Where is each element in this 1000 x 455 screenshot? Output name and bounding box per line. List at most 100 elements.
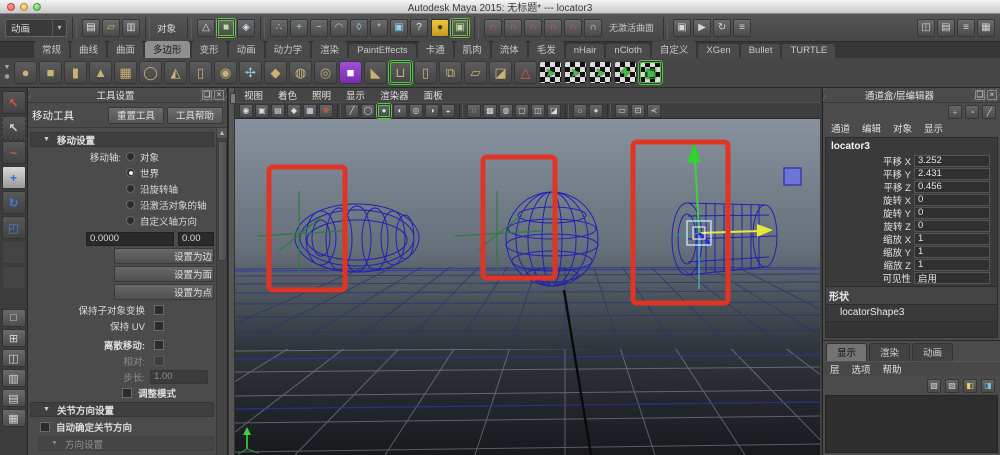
mask-dynamics-icon[interactable]: * [370,18,389,37]
select-by-hierarchy-icon[interactable]: △ [197,18,216,37]
shelf-tab-0[interactable]: 常规 [34,41,70,58]
move-selected-to-layer-icon[interactable]: ▧ [927,378,941,393]
open-render-view-icon[interactable]: ▣ [673,18,692,37]
save-scene-icon[interactable]: ▥ [122,18,140,37]
booleans-icon[interactable]: ■ [339,61,362,84]
layout-four-pane[interactable]: ⊞ [1,329,26,347]
poly-edit-icon[interactable]: ✢ [239,61,262,84]
poly-pipe-icon[interactable]: ▯ [189,61,212,84]
shelf-tab-1[interactable]: 曲线 [71,41,107,58]
discrete-move-checkbox[interactable] [154,339,164,350]
smooth-proxy-icon[interactable]: ➤ [539,61,562,84]
exposure-icon[interactable]: ☼ [573,103,587,118]
custom-axis-y-input[interactable]: 0.00 [178,231,214,246]
channel-value-field[interactable]: 启用 [914,271,990,285]
relative-checkbox[interactable] [154,355,164,366]
preserve-child-checkbox[interactable] [154,304,164,315]
status-separator[interactable] [663,16,669,39]
poly-cone-icon[interactable]: ▲ [89,61,112,84]
tool-settings-icon[interactable]: ≡ [957,18,975,37]
layout-graph-persp[interactable]: ▤ [1,389,26,407]
viewport-menu-2[interactable]: 照明 [312,88,331,102]
channel-box-titlebar[interactable]: 通道盒/层编辑器 ❏ × [823,88,1000,103]
attribute-editor-icon[interactable]: ▤ [937,18,955,37]
scale-tool[interactable]: ◰ [1,216,26,239]
resolution-gate-icon[interactable]: ⊡ [631,103,645,118]
subdiv-proxy-icon[interactable]: ◎ [314,61,337,84]
render-current-frame-icon[interactable]: ▶ [693,18,712,37]
layout-two-pane-side[interactable]: ◫ [1,349,26,367]
selected-object-name[interactable]: locator3 [826,140,997,154]
shape-node-name[interactable]: locatorShape3 [826,305,997,322]
channel-value-field[interactable]: 0.456 [914,180,990,193]
radio-custom-axis[interactable] [126,216,135,225]
duplicate-face-icon[interactable]: ▱ [464,61,487,84]
layer-list[interactable] [825,395,998,453]
joints-xray-icon[interactable]: ◪ [547,103,561,118]
new-empty-layer-icon[interactable]: ◧ [963,378,977,393]
snap-to-grids-icon[interactable]: ∩ [484,18,503,37]
sculpt-geometry-icon[interactable]: ✚ [614,61,637,84]
viewport-canvas[interactable] [235,119,820,455]
shelf-tab-arrow-icon[interactable]: ▼ [4,64,11,71]
set-to-face-button[interactable]: 设置为面 [114,266,214,282]
shelf-tab-11[interactable]: 流体 [491,41,527,58]
shelf-tab-3[interactable]: 多边形 [145,41,190,58]
snap-to-projected-center-icon[interactable]: ∩ [544,18,563,37]
reset-tool-button[interactable]: 重置工具 [107,106,164,124]
set-to-point-button[interactable]: 设置为点 [114,284,214,300]
lasso-tool[interactable]: ↖ [1,116,26,139]
cut-faces-icon[interactable]: ◪ [489,61,512,84]
multisample-aa-icon[interactable]: ▩ [483,103,497,118]
use-all-lights-icon[interactable]: ◎ [409,103,423,118]
open-scene-icon[interactable]: ▱ [102,18,120,37]
channel-box-menu-3[interactable]: 显示 [924,121,943,135]
viewport-menu-4[interactable]: 渲染器 [380,88,409,102]
preserve-uv-checkbox[interactable] [154,320,164,331]
camera-attributes-icon[interactable]: ▤ [271,103,285,118]
gamma-icon[interactable]: ● [589,103,603,118]
extra-tool-slot[interactable] [1,266,26,289]
mask-curves-icon[interactable]: ~ [310,18,329,37]
move-settings-section[interactable]: ▼ 移动设置 [30,132,214,147]
mask-surfaces-icon[interactable]: ◠ [330,18,349,37]
split-polygon-icon[interactable]: △ [514,61,537,84]
radio-rotation-axis[interactable] [126,184,135,193]
extract-icon[interactable]: ⧉ [439,61,462,84]
channel-box-menu-0[interactable]: 通道 [831,121,850,135]
mask-rendering-icon[interactable]: ▣ [390,18,409,37]
shelf-tab-16[interactable]: XGen [698,44,739,58]
viewport-menu-0[interactable]: 视图 [244,88,263,102]
shelf-tab-4[interactable]: 变形 [191,41,227,58]
wireframe-icon[interactable]: ◯ [361,103,375,118]
minimize-window-button[interactable] [20,3,28,11]
paint-selection-tool[interactable]: ~ [1,141,26,164]
channel-box-menu-2[interactable]: 对象 [893,121,912,135]
shelf-tab-5[interactable]: 动画 [228,41,264,58]
show-manipulator-icon[interactable]: + [948,105,962,119]
viewport-menu-1[interactable]: 着色 [278,88,297,102]
layer-menu-0[interactable]: 层 [830,362,840,376]
gate-mask-icon[interactable]: ≺ [647,103,661,118]
shelf-gear-icon[interactable]: ✱ [4,74,10,81]
new-scene-icon[interactable]: ▤ [82,18,100,37]
snap-to-view-planes-icon[interactable]: ∩ [564,18,583,37]
screen-space-ao-icon[interactable]: ◒ [441,103,455,118]
snap-to-points-icon[interactable]: ∩ [524,18,543,37]
empty-the-layer-icon[interactable]: ▨ [945,378,959,393]
selection-mask-dropdown[interactable]: 对象 [155,21,182,35]
channel-box-icon[interactable]: ▦ [977,18,995,37]
poly-helix-icon[interactable]: ◉ [214,61,237,84]
crease-tool-icon[interactable]: ➤ [564,61,587,84]
last-tool-slot[interactable] [1,241,26,264]
close-panel-icon[interactable]: × [214,90,224,100]
status-separator[interactable] [474,16,480,39]
mask-deformers-icon[interactable]: ◊ [350,18,369,37]
channel-value-field[interactable]: 1 [914,258,990,271]
tool-settings-scrollbar[interactable]: ▲ [216,128,227,455]
radio-object-axis[interactable] [126,152,135,161]
mask-misc-icon[interactable]: ? [410,18,429,37]
shadows-icon[interactable]: ◑ [425,103,439,118]
highlight-selection-icon[interactable]: ▣ [451,18,470,37]
layer-menu-2[interactable]: 帮助 [883,362,902,376]
